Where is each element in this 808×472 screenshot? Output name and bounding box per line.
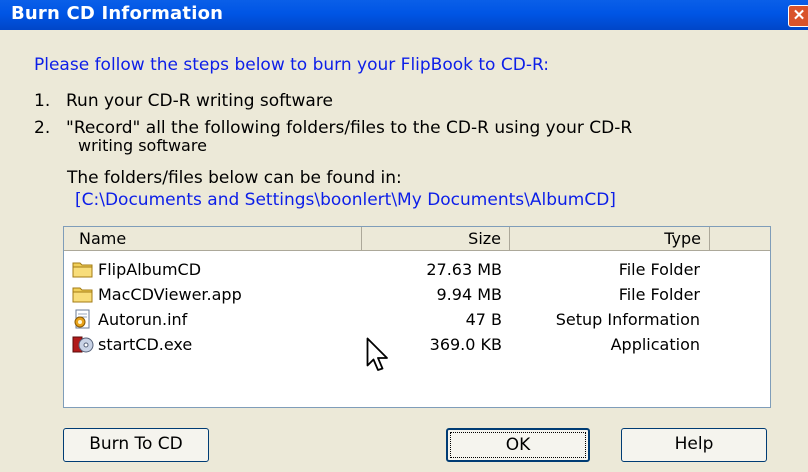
file-row[interactable]: FlipAlbumCD 27.63 MB File Folder	[64, 257, 770, 282]
file-row[interactable]: MacCDViewer.app 9.94 MB File Folder	[64, 282, 770, 307]
location-path: [C:\Documents and Settings\boonlert\My D…	[75, 190, 616, 210]
file-row[interactable]: Autorun.inf 47 B Setup Information	[64, 307, 770, 332]
file-name: MacCDViewer.app	[98, 285, 242, 304]
step-2-number: 2.	[34, 118, 51, 138]
file-type: File Folder	[618, 285, 700, 304]
burn-to-cd-button[interactable]: Burn To CD	[63, 428, 209, 462]
file-size: 47 B	[465, 310, 502, 329]
file-name: Autorun.inf	[98, 310, 188, 329]
file-type: Application	[610, 335, 700, 354]
column-header-filler	[710, 227, 770, 251]
close-icon: ✕	[792, 7, 806, 24]
mouse-cursor-icon	[366, 337, 388, 371]
burn-cd-dialog: Burn CD Information ✕ Please follow the …	[0, 0, 808, 472]
step-2-text-line2: writing software	[78, 136, 207, 155]
intro-text: Please follow the steps below to burn yo…	[34, 55, 549, 75]
file-list[interactable]: Name Size Type FlipAlbumCD 27.63 MB File…	[63, 226, 771, 408]
column-header-type[interactable]: Type	[510, 227, 710, 251]
setup-file-icon	[74, 309, 90, 329]
step-2-text-line1: "Record" all the following folders/files…	[66, 118, 633, 138]
file-size: 369.0 KB	[429, 335, 502, 354]
step-1-text: Run your CD-R writing software	[66, 91, 333, 111]
file-row[interactable]: startCD.exe 369.0 KB Application	[64, 332, 770, 357]
application-icon	[72, 336, 94, 353]
title-bar[interactable]: Burn CD Information ✕	[0, 0, 808, 30]
column-header-name[interactable]: Name	[64, 227, 362, 251]
ok-button[interactable]: OK	[446, 428, 590, 462]
help-button[interactable]: Help	[621, 428, 767, 462]
location-label: The folders/files below can be found in:	[67, 168, 402, 188]
file-type: File Folder	[618, 260, 700, 279]
file-name: FlipAlbumCD	[98, 260, 202, 279]
file-type: Setup Information	[555, 310, 700, 329]
window-title: Burn CD Information	[11, 3, 224, 24]
step-1-number: 1.	[34, 91, 51, 111]
folder-icon	[72, 262, 93, 278]
file-size: 27.63 MB	[426, 260, 502, 279]
file-size: 9.94 MB	[436, 285, 503, 304]
folder-icon	[72, 287, 93, 303]
file-name: startCD.exe	[98, 335, 193, 354]
close-button[interactable]: ✕	[788, 5, 808, 27]
column-header-size[interactable]: Size	[362, 227, 510, 251]
